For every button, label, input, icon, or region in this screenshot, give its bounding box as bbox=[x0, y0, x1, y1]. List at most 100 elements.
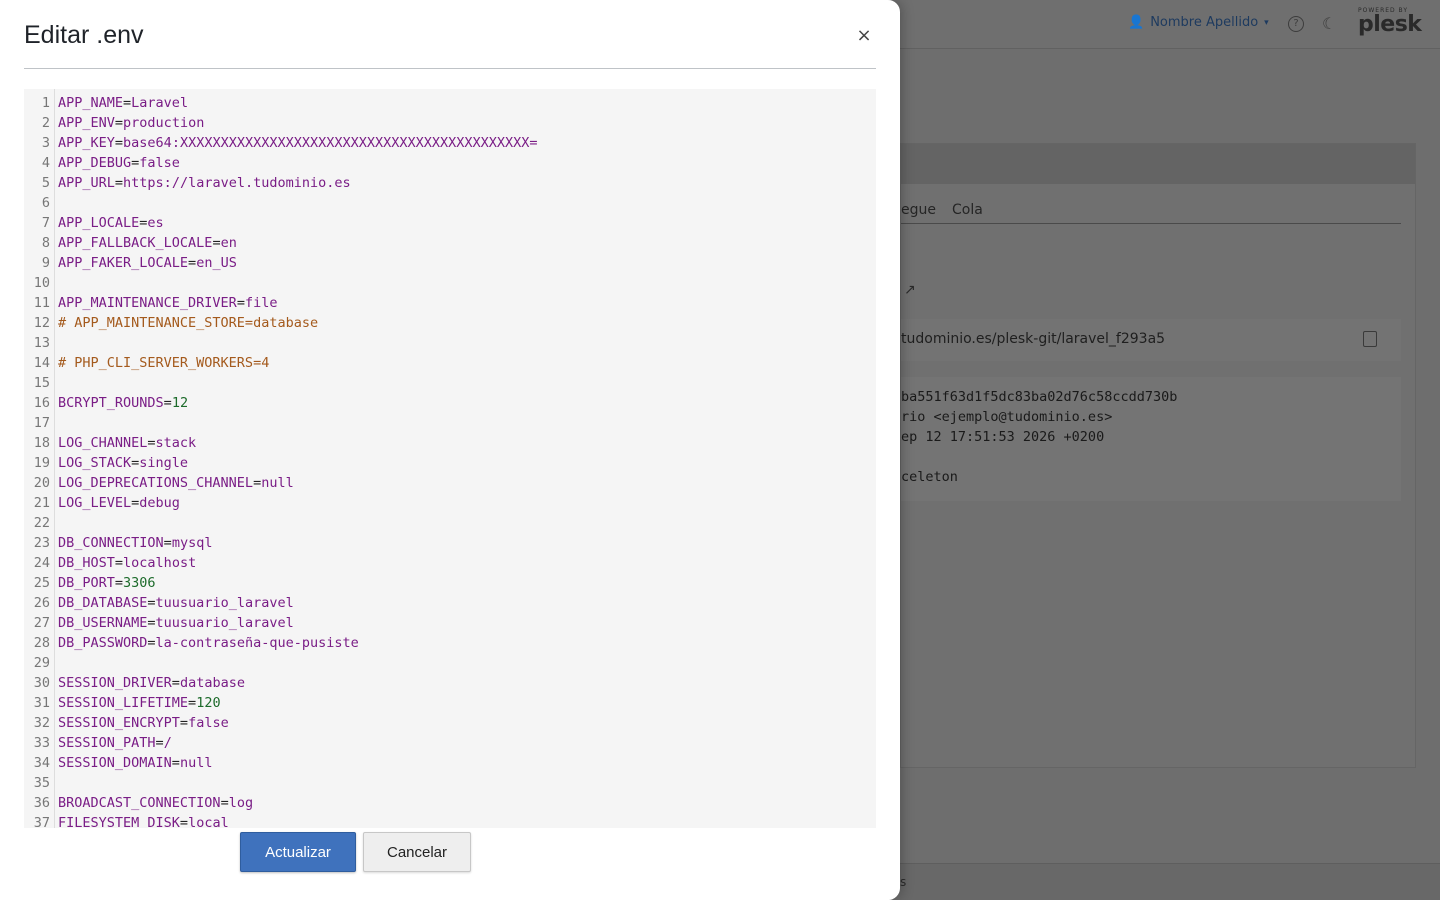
line-number: 30 bbox=[33, 675, 50, 691]
title-divider bbox=[24, 68, 876, 69]
line-number: 31 bbox=[33, 695, 50, 711]
code-line: LOG_LEVEL=debug bbox=[58, 495, 180, 511]
line-number: 8 bbox=[41, 235, 50, 251]
line-number: 28 bbox=[33, 635, 50, 651]
cancel-button[interactable]: Cancelar bbox=[363, 832, 471, 872]
help-icon[interactable]: ? bbox=[1288, 16, 1304, 32]
line-number: 13 bbox=[33, 335, 50, 351]
line-number: 3 bbox=[41, 135, 50, 151]
line-number: 16 bbox=[33, 395, 50, 411]
code-line: DB_HOST=localhost bbox=[58, 555, 197, 571]
line-number: 12 bbox=[33, 315, 50, 331]
code-line: DB_PASSWORD=la-contraseña-que-pusiste bbox=[58, 635, 359, 651]
tab-deploy[interactable]: egue bbox=[901, 202, 936, 218]
line-number: 11 bbox=[33, 295, 50, 311]
code-line: LOG_DEPRECATIONS_CHANNEL=null bbox=[58, 475, 294, 491]
code-content[interactable]: APP_NAME=Laravel APP_ENV=production APP_KE… bbox=[58, 93, 876, 828]
line-number: 29 bbox=[33, 655, 50, 671]
plesk-logo: POWERED BY plesk bbox=[1358, 7, 1422, 37]
line-number: 24 bbox=[33, 555, 50, 571]
code-line: DB_DATABASE=tuusuario_laravel bbox=[58, 595, 294, 611]
code-line: DB_CONNECTION=mysql bbox=[58, 535, 213, 551]
code-line: APP_ENV=production bbox=[58, 115, 205, 131]
commit-line: ep 12 17:51:53 2026 +0200 bbox=[901, 429, 1105, 445]
moon-icon[interactable]: ☾ bbox=[1322, 14, 1336, 33]
line-number: 26 bbox=[33, 595, 50, 611]
code-line: DB_USERNAME=tuusuario_laravel bbox=[58, 615, 294, 631]
line-number: 4 bbox=[41, 155, 50, 171]
chevron-down-icon: ▾ bbox=[1264, 17, 1269, 28]
line-number: 6 bbox=[41, 195, 50, 211]
line-number: 20 bbox=[33, 475, 50, 491]
code-line: LOG_CHANNEL=stack bbox=[58, 435, 197, 451]
line-number: 18 bbox=[33, 435, 50, 451]
line-number: 1 bbox=[41, 95, 50, 111]
line-number: 7 bbox=[41, 215, 50, 231]
code-line: # PHP_CLI_SERVER_WORKERS=4 bbox=[58, 355, 270, 371]
code-line: # APP_MAINTENANCE_STORE=database bbox=[58, 315, 319, 331]
user-name: Nombre Apellido bbox=[1150, 15, 1259, 30]
external-link-icon[interactable]: ↗ bbox=[904, 282, 916, 298]
tab-divider bbox=[901, 223, 1401, 224]
code-line: BCRYPT_ROUNDS=12 bbox=[58, 395, 189, 411]
close-icon[interactable]: × bbox=[852, 24, 876, 48]
line-number: 27 bbox=[33, 615, 50, 631]
line-number: 9 bbox=[41, 255, 50, 271]
line-number: 21 bbox=[33, 495, 50, 511]
code-line: APP_NAME=Laravel bbox=[58, 95, 189, 111]
line-number-gutter: 1 2 3 4 5 6 7 8 9 10 11 12 13 14 15 16 17 18 19 20 21 22 23 24 2… bbox=[24, 93, 54, 828]
repo-url: tudominio.es/plesk-git/laravel_f293a5 bbox=[901, 331, 1166, 347]
line-number: 33 bbox=[33, 735, 50, 751]
code-editor[interactable]: 1 2 3 4 5 6 7 8 9 10 11 12 13 14 15 16 17 18 19 20 21 22 23 24 2… bbox=[24, 89, 876, 828]
code-line: DB_PORT=3306 bbox=[58, 575, 156, 591]
code-line: FILESYSTEM_DISK=local bbox=[58, 815, 229, 828]
tab-queue[interactable]: Cola bbox=[952, 202, 983, 218]
line-number: 36 bbox=[33, 795, 50, 811]
code-line: LOG_STACK=single bbox=[58, 455, 189, 471]
code-line: APP_URL=https://laravel.tudominio.es bbox=[58, 175, 351, 191]
code-line: APP_FALLBACK_LOCALE=en bbox=[58, 235, 237, 251]
update-button[interactable]: Actualizar bbox=[240, 832, 356, 872]
line-number: 14 bbox=[33, 355, 50, 371]
code-line: BROADCAST_CONNECTION=log bbox=[58, 795, 254, 811]
user-icon: 👤 bbox=[1128, 15, 1145, 30]
user-menu[interactable]: 👤 Nombre Apellido ▾ bbox=[1128, 15, 1269, 30]
commit-line: rio <ejemplo@tudominio.es> bbox=[901, 409, 1113, 425]
line-number: 19 bbox=[33, 455, 50, 471]
line-number: 15 bbox=[33, 375, 50, 391]
code-line: APP_DEBUG=false bbox=[58, 155, 180, 171]
line-number: 10 bbox=[33, 275, 50, 291]
edit-env-dialog: Editar .env × 1 2 3 4 5 6 7 8 9 10 11 12 13 14 15 16 17 1… bbox=[0, 0, 900, 900]
line-number: 5 bbox=[41, 175, 50, 191]
git-card: egue Cola ↗ tudominio.es/plesk-git/larav… bbox=[900, 143, 1416, 768]
code-line: SESSION_ENCRYPT=false bbox=[58, 715, 229, 731]
code-line: SESSION_PATH=/ bbox=[58, 735, 172, 751]
commit-info: ba551f63d1f5dc83ba02d76c58ccdd730b rio <… bbox=[901, 377, 1401, 501]
line-number: 34 bbox=[33, 755, 50, 771]
code-line: APP_FAKER_LOCALE=en_US bbox=[58, 255, 237, 271]
line-number: 2 bbox=[41, 115, 50, 131]
line-number: 37 bbox=[33, 815, 50, 828]
gutter-divider bbox=[54, 89, 55, 828]
code-line: SESSION_DRIVER=database bbox=[58, 675, 245, 691]
line-number: 17 bbox=[33, 415, 50, 431]
code-line: SESSION_DOMAIN=null bbox=[58, 755, 213, 771]
code-line: APP_LOCALE=es bbox=[58, 215, 164, 231]
repo-url-field: tudominio.es/plesk-git/laravel_f293a5 bbox=[901, 319, 1401, 361]
card-header bbox=[901, 144, 1415, 184]
code-line: APP_KEY=base64:XXXXXXXXXXXXXXXXXXXXXXXXX… bbox=[58, 135, 538, 151]
dialog-title: Editar .env bbox=[24, 21, 144, 49]
line-number: 35 bbox=[33, 775, 50, 791]
line-number: 32 bbox=[33, 715, 50, 731]
code-line: APP_MAINTENANCE_DRIVER=file bbox=[58, 295, 278, 311]
line-number: 25 bbox=[33, 575, 50, 591]
page-footer: s bbox=[900, 863, 1440, 900]
copy-icon[interactable] bbox=[1363, 331, 1377, 347]
